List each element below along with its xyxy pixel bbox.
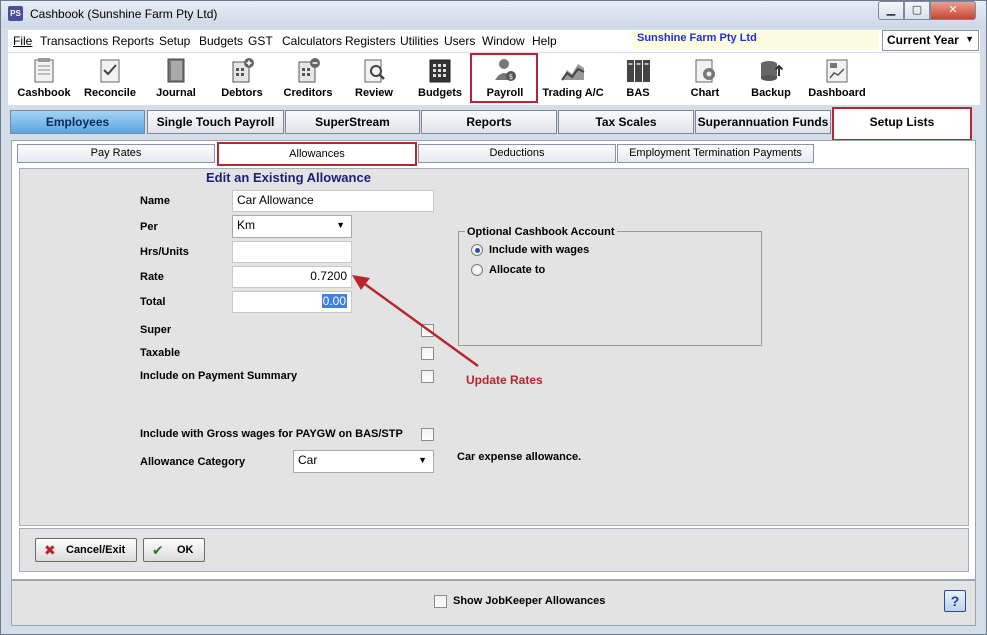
menu-registers[interactable]: Registers (345, 34, 396, 48)
show-jobkeeper-label: Show JobKeeper Allowances (453, 595, 606, 607)
cancel-x-icon: ✖ (44, 542, 56, 558)
journal-icon (167, 58, 185, 83)
creditors-icon (298, 58, 320, 83)
menu-transactions[interactable]: Transactions (40, 34, 108, 48)
period-value: Current Year (887, 33, 959, 47)
help-button[interactable]: ? (944, 590, 966, 612)
subtab-deductions[interactable]: Deductions (418, 144, 616, 163)
rate-input[interactable]: 0.7200 (232, 266, 352, 288)
cashbook-account-title: Optional Cashbook Account (465, 226, 617, 238)
toolbar-budgets[interactable]: Budgets (410, 53, 470, 103)
subtab-pay-rates[interactable]: Pay Rates (17, 144, 215, 163)
tab-employees[interactable]: Employees (10, 110, 145, 134)
bas-icon (627, 60, 650, 82)
chevron-down-icon: ▼ (336, 220, 345, 230)
backup-icon (761, 61, 784, 81)
update-rates-annotation: Update Rates (466, 373, 543, 387)
menu-reports[interactable]: Reports (112, 34, 154, 48)
cancel-exit-label: Cancel/Exit (66, 544, 126, 556)
chevron-down-icon: ▼ (418, 455, 427, 465)
period-select[interactable]: Current Year ▼ (882, 30, 979, 51)
show-jobkeeper-checkbox[interactable] (434, 595, 447, 608)
app-icon: PS (8, 6, 23, 21)
dashboard-icon (826, 59, 848, 83)
allowance-category-label: Allowance Category (140, 456, 246, 468)
ok-button[interactable]: ✔ OK (143, 538, 205, 562)
toolbar-bas[interactable]: BAS (610, 53, 666, 103)
toolbar-backup[interactable]: Backup (740, 53, 802, 103)
reconcile-icon (100, 59, 120, 83)
menu-budgets[interactable]: Budgets (199, 34, 243, 48)
allowance-category-select[interactable]: Car ▼ (293, 450, 434, 473)
close-button[interactable]: ✕ (930, 1, 976, 20)
allowance-category-value: Car (298, 453, 318, 467)
toolbar-chart[interactable]: Chart (674, 53, 736, 103)
minimize-button[interactable]: ▁ (878, 1, 904, 20)
gross-wages-checkbox[interactable] (421, 428, 434, 441)
tab-reports[interactable]: Reports (421, 110, 557, 134)
total-label: Total (140, 296, 166, 308)
menu-calculators[interactable]: Calculators (282, 34, 342, 48)
per-label: Per (140, 221, 158, 233)
tab-single-touch-payroll[interactable]: Single Touch Payroll (147, 110, 284, 134)
cancel-exit-button[interactable]: ✖ Cancel/Exit (35, 538, 137, 562)
toolbar-review[interactable]: Review (344, 53, 404, 103)
window-title: Cashbook (Sunshine Farm Pty Ltd) (30, 7, 218, 21)
include-with-wages-label: Include with wages (489, 244, 590, 256)
per-value: Km (237, 218, 255, 232)
allowance-category-description: Car expense allowance. (457, 451, 582, 463)
taxable-label: Taxable (140, 347, 181, 359)
annotation-arrow (352, 275, 479, 368)
hrs-units-input[interactable] (232, 241, 352, 263)
name-input[interactable]: Car Allowance (232, 190, 434, 212)
name-label: Name (140, 195, 170, 207)
total-input[interactable]: 0.00 (232, 291, 352, 313)
toolbar-journal[interactable]: Journal (146, 53, 206, 103)
tab-tax-scales[interactable]: Tax Scales (558, 110, 694, 134)
toolbar-reconcile[interactable]: Reconcile (78, 53, 142, 103)
subtab-allowances[interactable]: Allowances (217, 142, 417, 166)
hrs-units-label: Hrs/Units (140, 246, 189, 258)
gross-wages-label: Include with Gross wages for PAYGW on BA… (140, 428, 403, 440)
subtab-employment-termination-payments[interactable]: Employment Termination Payments (617, 144, 814, 163)
company-name-field: Sunshine Farm Pty Ltd (633, 30, 879, 50)
menu-gst[interactable]: GST (248, 34, 273, 48)
toolbar-creditors[interactable]: Creditors (276, 53, 340, 103)
toolbar-cashbook[interactable]: Cashbook (12, 53, 76, 103)
checkmark-icon: ✔ (152, 542, 164, 558)
close-icon: ✕ (948, 4, 958, 16)
tab-setup-lists[interactable]: Setup Lists (832, 107, 972, 141)
menu-setup[interactable]: Setup (159, 34, 190, 48)
menu-help[interactable]: Help (532, 34, 557, 48)
rate-label: Rate (140, 271, 164, 283)
ok-label: OK (177, 544, 194, 556)
super-label: Super (140, 324, 172, 336)
maximize-icon: ▢ (911, 4, 923, 16)
payment-summary-label: Include on Payment Summary (140, 370, 298, 382)
trading-icon (561, 64, 585, 81)
include-with-wages-radio[interactable] (471, 244, 483, 256)
menu-file[interactable]: File (13, 34, 32, 48)
toolbar-dashboard[interactable]: Dashboard (804, 53, 870, 103)
chevron-down-icon: ▼ (965, 34, 974, 44)
tab-superannuation-funds[interactable]: Superannuation Funds (695, 110, 831, 134)
payroll-highlight-box (470, 53, 538, 103)
menu-window[interactable]: Window (482, 34, 525, 48)
budgets-icon (429, 59, 451, 83)
maximize-button[interactable]: ▢ (904, 1, 930, 20)
help-icon: ? (950, 593, 960, 609)
debtors-icon (232, 58, 254, 83)
menu-utilities[interactable]: Utilities (400, 34, 439, 48)
form-title: Edit an Existing Allowance (206, 170, 371, 185)
per-select[interactable]: Km ▼ (232, 215, 352, 238)
cashbook-icon (34, 58, 54, 83)
toolbar-debtors[interactable]: Debtors (210, 53, 274, 103)
minimize-icon: ▁ (886, 4, 896, 16)
menu-users[interactable]: Users (444, 34, 475, 48)
toolbar-trading[interactable]: Trading A/C (540, 53, 606, 103)
review-icon (364, 59, 385, 83)
tab-superstream[interactable]: SuperStream (285, 110, 420, 134)
chart-icon (695, 59, 715, 83)
